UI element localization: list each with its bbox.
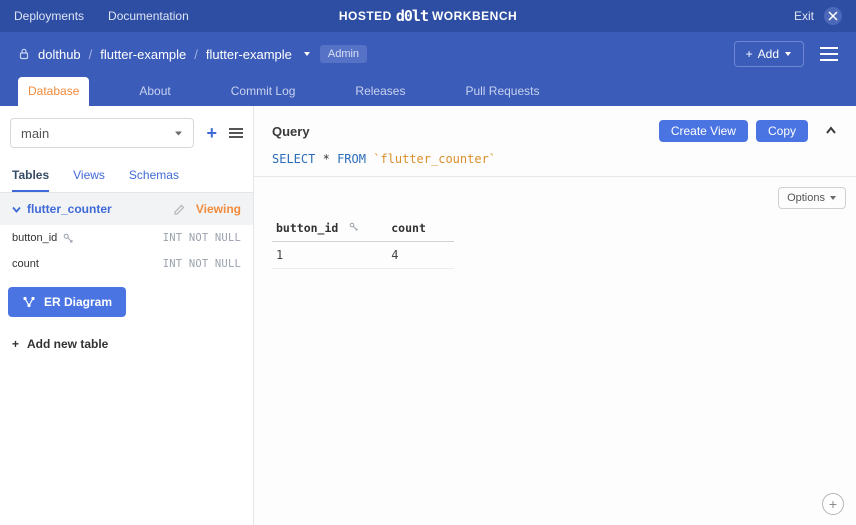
chevron-up-icon[interactable]	[824, 124, 838, 138]
table-header[interactable]: count	[387, 215, 454, 242]
create-view-button[interactable]: Create View	[659, 120, 748, 142]
breadcrumb-sep: /	[89, 47, 93, 62]
key-icon	[349, 224, 359, 235]
sql-keyword: SELECT	[272, 152, 315, 166]
edit-icon[interactable]	[173, 203, 186, 216]
menu-icon[interactable]	[820, 47, 838, 61]
add-table-label: Add new table	[27, 337, 108, 351]
add-button[interactable]: + Add	[734, 41, 804, 67]
options-label: Options	[787, 192, 825, 204]
breadcrumb: dolthub / flutter-example / flutter-exam…	[18, 45, 367, 63]
key-icon	[63, 233, 74, 244]
caret-down-icon	[784, 50, 792, 58]
breadcrumb-org[interactable]: dolthub	[38, 47, 81, 62]
breadcrumb-db[interactable]: flutter-example	[206, 47, 292, 62]
brand: HOSTED d0lt WORKBENCH	[339, 7, 517, 25]
column-type: INT NOT NULL	[163, 232, 241, 244]
sidebar-tab-views[interactable]: Views	[73, 160, 105, 192]
table-item[interactable]: flutter_counter Viewing	[0, 193, 253, 225]
add-fab[interactable]: +	[822, 493, 844, 515]
tab-releases[interactable]: Releases	[345, 77, 415, 106]
er-diagram-label: ER Diagram	[44, 295, 112, 309]
table-cell: 4	[387, 242, 454, 269]
brand-left: HOSTED	[339, 9, 392, 23]
column-name: count	[12, 258, 39, 270]
exit-link[interactable]: Exit	[794, 9, 814, 23]
er-diagram-button[interactable]: ER Diagram	[8, 287, 126, 317]
new-branch-button[interactable]: +	[206, 123, 217, 144]
close-icon[interactable]	[824, 7, 842, 25]
column-type: INT NOT NULL	[163, 258, 241, 270]
sql-table: `flutter_counter`	[373, 152, 496, 166]
sql-keyword: FROM	[337, 152, 366, 166]
lock-icon	[18, 48, 30, 60]
query-title: Query	[272, 124, 310, 139]
caret-down-icon[interactable]	[302, 49, 312, 59]
table-cell: 1	[272, 242, 387, 269]
admin-badge: Admin	[320, 45, 367, 63]
tab-about[interactable]: About	[129, 77, 180, 106]
deployments-link[interactable]: Deployments	[14, 9, 84, 23]
tab-pull-requests[interactable]: Pull Requests	[455, 77, 549, 106]
breadcrumb-repo[interactable]: flutter-example	[100, 47, 186, 62]
table-name: flutter_counter	[27, 202, 112, 216]
column-name: button_id	[12, 232, 57, 244]
plus-icon: +	[12, 337, 19, 351]
result-table: button_id count 1 4	[254, 215, 856, 269]
tab-database[interactable]: Database	[18, 77, 89, 106]
add-label: Add	[758, 47, 779, 61]
table-row[interactable]: 1 4	[272, 242, 454, 269]
brand-logo: d0lt	[396, 7, 428, 25]
diagram-icon	[22, 296, 36, 308]
sidebar-tab-tables[interactable]: Tables	[12, 160, 49, 192]
options-button[interactable]: Options	[778, 187, 846, 209]
brand-right: WORKBENCH	[432, 9, 517, 23]
copy-button[interactable]: Copy	[756, 120, 808, 142]
add-table-button[interactable]: + Add new table	[0, 327, 253, 361]
caret-down-icon	[829, 194, 837, 202]
documentation-link[interactable]: Documentation	[108, 9, 189, 23]
column-row: button_id INT NOT NULL	[0, 225, 253, 251]
header-label: button_id	[276, 221, 338, 235]
sidebar-tab-schemas[interactable]: Schemas	[129, 160, 179, 192]
table-header[interactable]: button_id	[272, 215, 387, 242]
tab-commit-log[interactable]: Commit Log	[221, 77, 306, 106]
caret-down-icon	[174, 129, 183, 138]
sql-query[interactable]: SELECT * FROM `flutter_counter`	[272, 152, 838, 166]
column-row: count INT NOT NULL	[0, 251, 253, 277]
plus-icon: +	[746, 47, 753, 61]
branch-select[interactable]: main	[10, 118, 194, 148]
viewing-label: Viewing	[196, 202, 241, 216]
breadcrumb-sep: /	[194, 47, 198, 62]
list-icon[interactable]	[229, 128, 243, 138]
sql-token: *	[323, 152, 330, 166]
header-label: count	[391, 221, 426, 235]
chevron-down-icon	[12, 205, 21, 214]
branch-name: main	[21, 126, 49, 141]
